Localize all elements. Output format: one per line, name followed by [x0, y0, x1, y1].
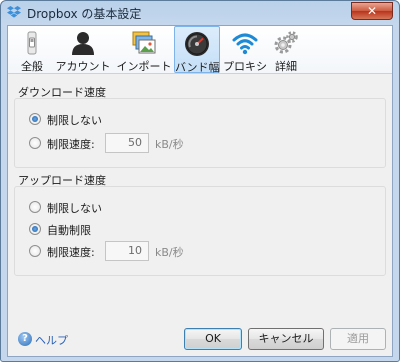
tab-advanced-label: 詳細	[275, 60, 297, 73]
upload-auto-limit-radio[interactable]	[29, 223, 41, 235]
download-unit-label: kB/秒	[155, 138, 184, 151]
upload-limit-radio[interactable]	[29, 245, 41, 257]
tab-proxy[interactable]: プロキシ	[222, 26, 268, 73]
preferences-tab-bar: 全般 アカウント インポート バンド幅 プロキシ 詳細	[8, 26, 392, 74]
user-silhouette-icon	[72, 32, 94, 55]
title-bar[interactable]: Dropbox の基本設定 ✕	[1, 1, 399, 25]
tab-account-label: アカウント	[55, 60, 111, 73]
cancel-button[interactable]: キャンセル	[248, 328, 324, 350]
upload-speed-box: 制限しない 自動制限 制限速度: 10 kB/秒	[14, 186, 386, 276]
dialog-body: 全般 アカウント インポート バンド幅 プロキシ 詳細 ダウンロード速度 制限し…	[7, 25, 393, 357]
download-speed-group: ダウンロード速度 制限しない 制限速度: 50 kB/秒	[14, 84, 386, 184]
upload-auto-limit-label: 自動制限	[47, 224, 91, 237]
tab-bandwidth-label: バンド幅	[175, 61, 220, 74]
ok-button[interactable]: OK	[184, 328, 242, 350]
upload-no-limit-label: 制限しない	[47, 202, 102, 215]
help-icon: ?	[18, 332, 32, 346]
speedometer-icon	[185, 32, 209, 56]
upload-no-limit-radio[interactable]	[29, 201, 41, 213]
tab-account[interactable]: アカウント	[54, 26, 112, 73]
tab-advanced[interactable]: 詳細	[270, 26, 302, 73]
download-limit-label: 制限速度:	[47, 138, 95, 151]
close-icon: ✕	[366, 4, 378, 18]
dropbox-logo-icon	[7, 6, 21, 18]
tab-general-label: 全般	[21, 60, 43, 73]
download-limit-input[interactable]: 50	[105, 133, 149, 153]
help-label: ヘルプ	[35, 334, 68, 347]
gears-icon	[274, 31, 298, 54]
apply-button[interactable]: 適用	[330, 328, 386, 350]
upload-limit-input[interactable]: 10	[105, 241, 149, 261]
tab-import-label: インポート	[116, 60, 172, 73]
upload-speed-group: アップロード速度 制限しない 自動制限 制限速度: 10 kB/秒	[14, 172, 386, 302]
download-speed-box: 制限しない 制限速度: 50 kB/秒	[14, 98, 386, 168]
photos-icon	[132, 31, 156, 54]
preferences-window: Dropbox の基本設定 ✕ 全般 アカウント インポート バンド幅 プロキシ…	[0, 0, 400, 362]
light-switch-icon	[27, 31, 37, 55]
download-no-limit-label: 制限しない	[47, 114, 102, 127]
upload-unit-label: kB/秒	[155, 246, 184, 259]
window-title: Dropbox の基本設定	[27, 7, 142, 21]
download-no-limit-radio[interactable]	[29, 113, 41, 125]
tab-import[interactable]: インポート	[116, 26, 172, 73]
upload-limit-label: 制限速度:	[47, 246, 95, 259]
tab-general[interactable]: 全般	[14, 26, 50, 73]
wifi-icon	[232, 33, 258, 55]
download-limit-radio[interactable]	[29, 137, 41, 149]
tab-proxy-label: プロキシ	[223, 60, 267, 73]
close-button[interactable]: ✕	[351, 2, 393, 20]
tab-bandwidth[interactable]: バンド幅	[174, 26, 220, 74]
